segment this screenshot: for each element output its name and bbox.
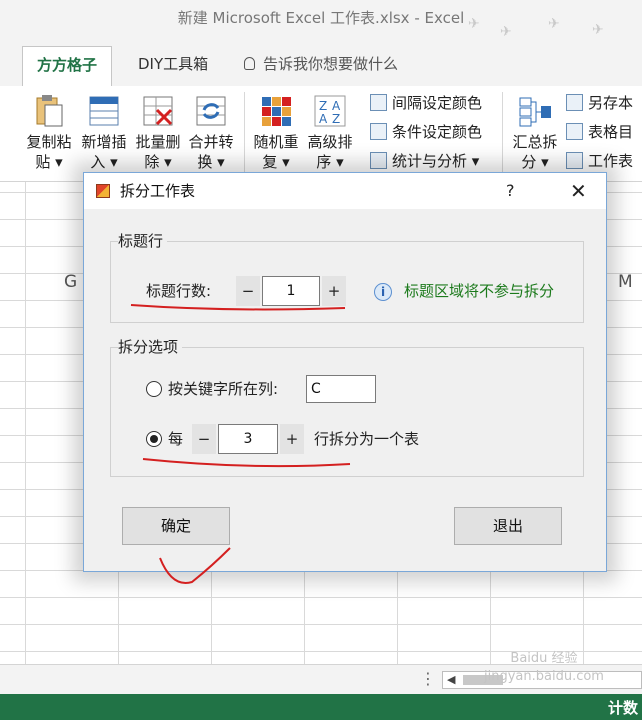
annotation-hook-ok — [159, 547, 231, 584]
annotation-underline-title-rows — [130, 304, 346, 311]
annotation-underline-every-rows — [142, 458, 351, 468]
annotation-marks — [130, 304, 351, 584]
